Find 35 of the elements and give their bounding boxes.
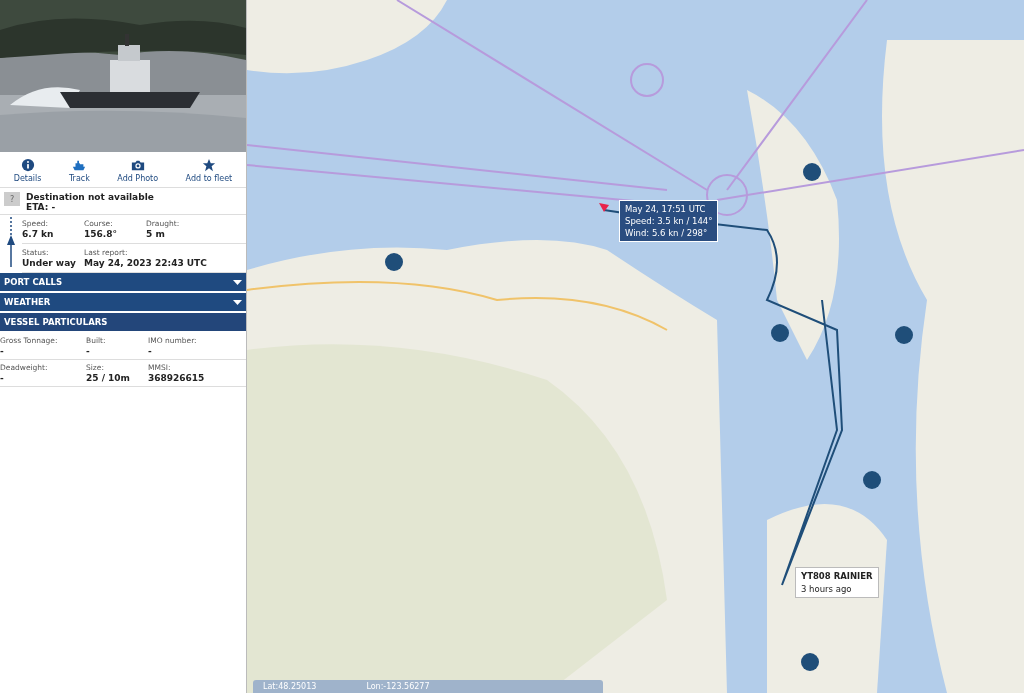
dropdown-caret-icon <box>233 299 242 305</box>
tooltip-line: Wind: 5.6 kn / 298° <box>625 228 709 238</box>
field-value: 156.8° <box>84 229 118 239</box>
field-value: - <box>86 346 91 356</box>
section-header[interactable]: PORT CALLS <box>0 273 246 293</box>
field-value: - <box>0 373 5 383</box>
field-value: - <box>148 346 153 356</box>
field-value: - <box>0 346 5 356</box>
field-value: 6.7 kn <box>22 229 55 239</box>
field-value: 25 / 10m <box>86 373 131 383</box>
field-value: May 24, 2023 22:43 UTC <box>84 258 208 268</box>
destination-text: Destination not available <box>26 192 154 202</box>
tooltip-line: May 24, 17:51 UTC <box>625 204 707 214</box>
action-button[interactable]: Details <box>11 158 44 183</box>
action-button[interactable]: Add Photo <box>115 158 161 183</box>
action-button[interactable]: Add to fleet <box>183 158 235 183</box>
section-header[interactable]: WEATHER <box>0 293 246 313</box>
dropdown-caret-icon <box>233 279 242 285</box>
tooltip-line: Speed: 3.5 kn / 144° <box>625 216 713 226</box>
field-value: 5 m <box>146 229 166 239</box>
field-value: Under way <box>22 258 77 268</box>
flag-badge: ? <box>4 192 20 206</box>
vessel-name: YT808 RAINIER <box>801 571 873 581</box>
latitude-text: Lat:48.25013 <box>263 682 317 691</box>
camera-icon <box>130 158 145 172</box>
route-arrow-icon <box>7 215 15 267</box>
action-button[interactable]: Track <box>66 158 92 183</box>
eta-text: ETA: - <box>26 202 57 212</box>
longitude-text: Lon:-123.56277 <box>366 682 430 691</box>
section-header[interactable]: VESSEL PARTICULARS <box>0 313 246 333</box>
ship-icon <box>72 158 87 172</box>
info-icon <box>20 158 35 172</box>
star-icon <box>201 158 216 172</box>
last-seen-text: 3 hours ago <box>801 584 853 594</box>
field-value: 368926615 <box>148 373 206 383</box>
